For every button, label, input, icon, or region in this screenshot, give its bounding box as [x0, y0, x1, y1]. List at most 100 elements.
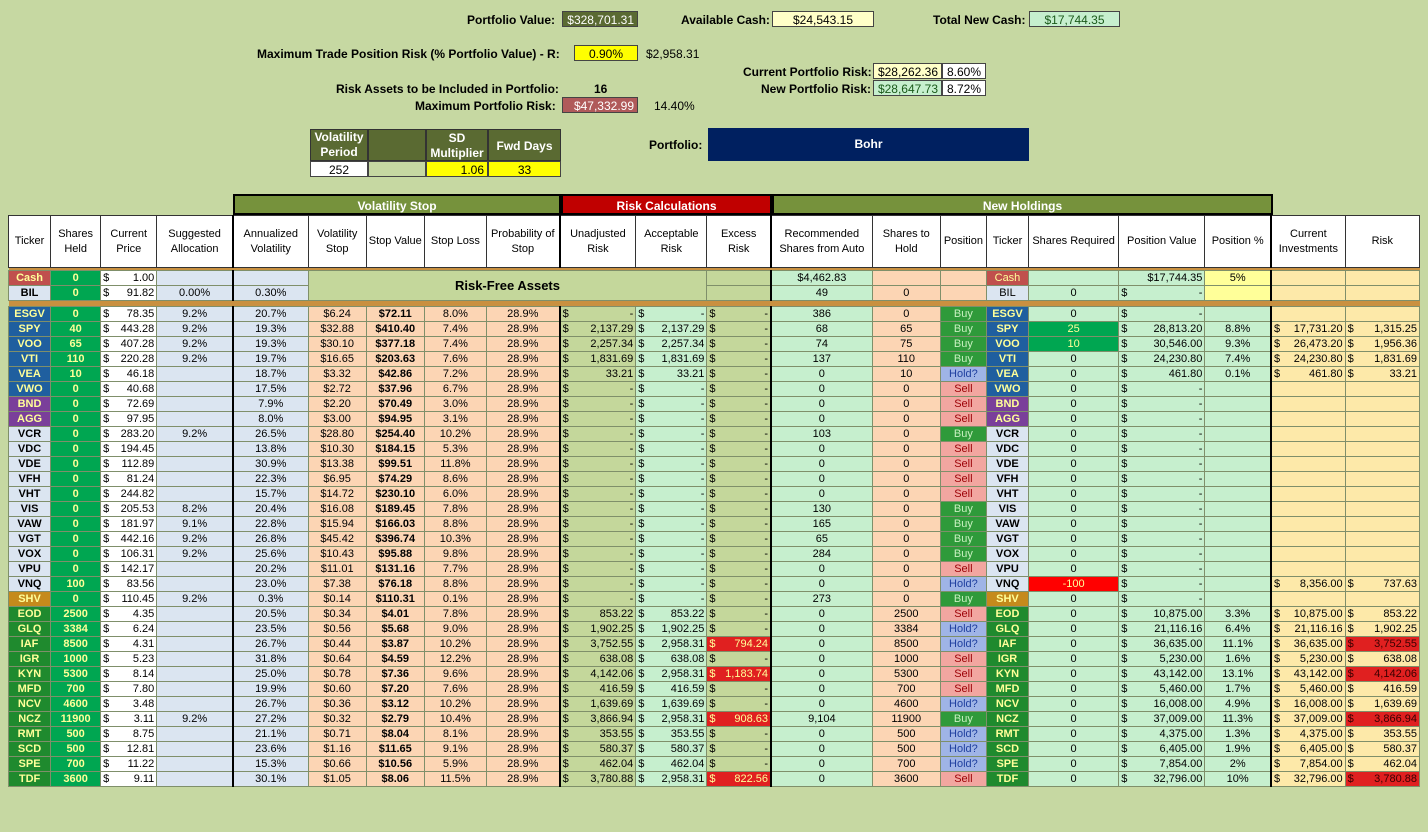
- allocation-cell[interactable]: 9.2%: [156, 351, 234, 367]
- table-row[interactable]: IGR 1000 $5.23 31.8% $0.64 $4.59 12.2% 28.9% $63…: [7, 651, 1421, 667]
- column-header[interactable]: Acceptable Risk: [635, 215, 708, 268]
- shares-required-cell[interactable]: 0: [1028, 621, 1120, 637]
- column-header[interactable]: Position Value: [1118, 215, 1206, 268]
- column-header[interactable]: Ticker: [985, 215, 1030, 268]
- ticker-cell[interactable]: ESGV: [7, 306, 52, 322]
- column-header[interactable]: Position %: [1204, 215, 1272, 268]
- ticker-cell[interactable]: SHV: [7, 591, 52, 607]
- position-action-cell[interactable]: Hold?: [939, 726, 987, 742]
- vol-period-input[interactable]: 252: [310, 161, 368, 177]
- ticker-cell[interactable]: RMT: [7, 726, 52, 742]
- table-row[interactable]: VAW 0 $181.97 9.1% 22.8% $15.94 $166.03 8.8% 28.…: [7, 516, 1421, 532]
- allocation-cell[interactable]: [156, 471, 234, 487]
- portfolio-name[interactable]: Bohr: [708, 128, 1029, 161]
- position-action-cell[interactable]: Sell: [939, 666, 987, 682]
- shares-held-cell[interactable]: 2500: [50, 606, 102, 622]
- position-action-cell[interactable]: Buy: [939, 591, 987, 607]
- shares-required-cell[interactable]: 0: [1028, 636, 1120, 652]
- allocation-cell[interactable]: 9.2%: [156, 426, 234, 442]
- shares-required-cell[interactable]: 10: [1028, 336, 1120, 352]
- shares-required-cell[interactable]: 0: [1028, 531, 1120, 547]
- table-row[interactable]: MFD 700 $7.80 19.9% $0.60 $7.20 7.6% 28.9% $416.…: [7, 681, 1421, 697]
- column-header[interactable]: Ticker: [7, 215, 52, 268]
- column-header[interactable]: Risk: [1344, 215, 1421, 268]
- table-row[interactable]: VTI 110 $220.28 9.2% 19.7% $16.65 $203.63 7.6% 2…: [7, 351, 1421, 367]
- shares-held-cell[interactable]: 4600: [50, 696, 102, 712]
- allocation-cell[interactable]: [156, 681, 234, 697]
- position-action-cell[interactable]: Sell: [939, 471, 987, 487]
- table-row[interactable]: VDC 0 $194.45 13.8% $10.30 $184.15 5.3% 28.9% $ -…: [7, 441, 1421, 457]
- allocation-cell[interactable]: [156, 411, 234, 427]
- position-action-cell[interactable]: Sell: [939, 651, 987, 667]
- shares-held-cell[interactable]: 500: [50, 741, 102, 757]
- ticker-cell[interactable]: SPY: [7, 321, 52, 337]
- table-row[interactable]: BND 0 $72.69 7.9% $2.20 $70.49 3.0% 28.9% $ - $ - $ -…: [7, 396, 1421, 412]
- fwd-days-input[interactable]: 33: [488, 161, 561, 177]
- ticker-cell[interactable]: VPU: [7, 561, 52, 577]
- position-action-cell[interactable]: Buy: [939, 531, 987, 547]
- allocation-cell[interactable]: [156, 651, 234, 667]
- position-action-cell[interactable]: Buy: [939, 321, 987, 337]
- column-header[interactable]: Shares Held: [50, 215, 102, 268]
- shares-held-cell[interactable]: 11900: [50, 711, 102, 727]
- position-action-cell[interactable]: Sell: [939, 771, 987, 787]
- available-cash[interactable]: $24,543.15: [772, 11, 874, 27]
- ticker-cell[interactable]: VAW: [7, 516, 52, 532]
- column-header[interactable]: Position: [939, 215, 987, 268]
- table-row[interactable]: AGG 0 $97.95 8.0% $3.00 $94.95 3.1% 28.9% $ - $ - $ -…: [7, 411, 1421, 427]
- shares-held-cell[interactable]: 0: [50, 516, 102, 532]
- ticker-cell[interactable]: VDE: [7, 456, 52, 472]
- allocation-cell[interactable]: [156, 771, 234, 787]
- allocation-cell[interactable]: [156, 636, 234, 652]
- shares-held-cell[interactable]: 0: [50, 471, 102, 487]
- column-header[interactable]: Recommended Shares from Auto: [769, 215, 873, 268]
- allocation-cell[interactable]: [156, 696, 234, 712]
- ticker-cell[interactable]: TDF: [7, 771, 52, 787]
- shares-required-cell[interactable]: 0: [1028, 651, 1120, 667]
- allocation-cell[interactable]: 9.1%: [156, 516, 234, 532]
- position-action-cell[interactable]: Buy: [939, 426, 987, 442]
- table-row[interactable]: IAF 8500 $4.31 26.7% $0.44 $3.87 10.2% 28.9% $3,…: [7, 636, 1421, 652]
- allocation-cell[interactable]: [156, 381, 234, 397]
- allocation-cell[interactable]: [156, 366, 234, 382]
- position-action-cell[interactable]: Sell: [939, 486, 987, 502]
- shares-held-cell[interactable]: 0: [50, 396, 102, 412]
- ticker-cell[interactable]: SCD: [7, 741, 52, 757]
- shares-held-cell[interactable]: 700: [50, 681, 102, 697]
- shares-held-cell[interactable]: 0: [50, 501, 102, 517]
- shares-held-cell[interactable]: 3384: [50, 621, 102, 637]
- ticker-cell[interactable]: NCV: [7, 696, 52, 712]
- allocation-cell[interactable]: 9.2%: [156, 321, 234, 337]
- ticker-cell[interactable]: VDC: [7, 441, 52, 457]
- position-action-cell[interactable]: Sell: [939, 411, 987, 427]
- ticker-cell[interactable]: VGT: [7, 531, 52, 547]
- position-action-cell[interactable]: Buy: [939, 516, 987, 532]
- position-action-cell[interactable]: Buy: [939, 336, 987, 352]
- allocation-cell[interactable]: [156, 441, 234, 457]
- shares-held-cell[interactable]: 0: [50, 381, 102, 397]
- ticker-cell[interactable]: AGG: [7, 411, 52, 427]
- shares-required-cell[interactable]: 0: [1028, 561, 1120, 577]
- ticker-cell[interactable]: VTI: [7, 351, 52, 367]
- shares-required-cell[interactable]: 0: [1028, 441, 1120, 457]
- table-row[interactable]: VGT 0 $442.16 9.2% 26.8% $45.42 $396.74 10.3% 28…: [7, 531, 1421, 547]
- shares-required-cell[interactable]: 0: [1028, 771, 1120, 787]
- table-row[interactable]: NCV 4600 $3.48 26.7% $0.36 $3.12 10.2% 28.9% $1,…: [7, 696, 1421, 712]
- shares-held-cell[interactable]: 65: [50, 336, 102, 352]
- table-row[interactable]: VPU 0 $142.17 20.2% $11.01 $131.16 7.7% 28.9% $ -…: [7, 561, 1421, 577]
- allocation-cell[interactable]: [156, 456, 234, 472]
- position-action-cell[interactable]: Hold?: [939, 621, 987, 637]
- ticker-cell[interactable]: EOD: [7, 606, 52, 622]
- column-header[interactable]: Unadjusted Risk: [558, 215, 637, 268]
- shares-held-cell[interactable]: 3600: [50, 771, 102, 787]
- allocation-cell[interactable]: 8.2%: [156, 501, 234, 517]
- ticker-cell[interactable]: IAF: [7, 636, 52, 652]
- shares-required-cell[interactable]: 0: [1028, 546, 1120, 562]
- shares-held-cell[interactable]: 0: [50, 486, 102, 502]
- position-action-cell[interactable]: Buy: [939, 501, 987, 517]
- shares-required-cell[interactable]: 0: [1028, 711, 1120, 727]
- shares-held-cell[interactable]: 0: [50, 591, 102, 607]
- shares-required-cell[interactable]: 0: [1028, 696, 1120, 712]
- position-action-cell[interactable]: Buy: [939, 711, 987, 727]
- table-row[interactable]: VOX 0 $106.31 9.2% 25.6% $10.43 $95.88 9.8% 28.9…: [7, 546, 1421, 562]
